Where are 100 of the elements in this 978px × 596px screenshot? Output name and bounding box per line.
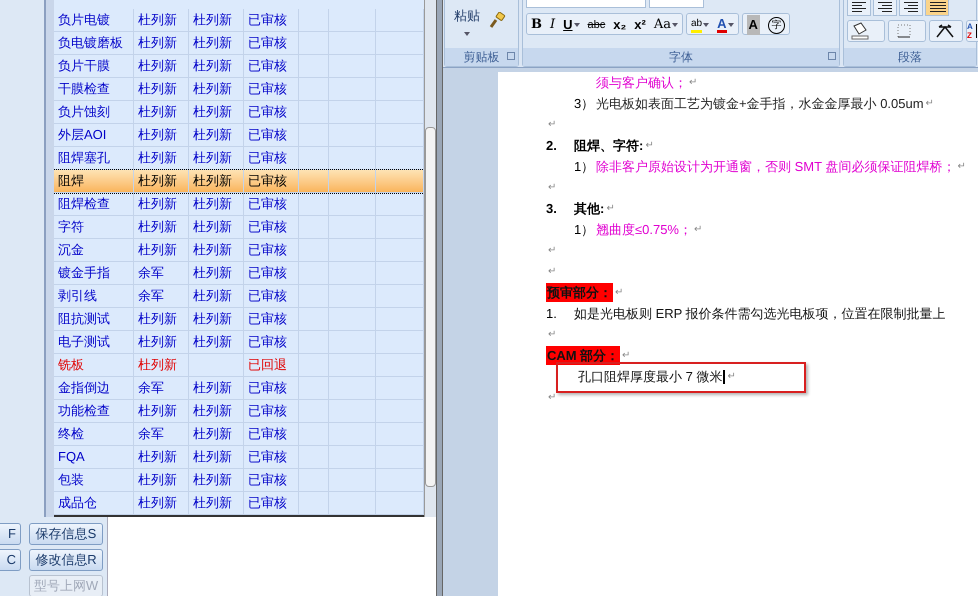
table-row[interactable]: 阻焊检查 杜列新 杜列新 已审核 xyxy=(54,193,424,216)
table-cell-text: 成品仓 xyxy=(58,494,97,512)
underline-button[interactable]: U xyxy=(559,14,584,36)
table-row[interactable]: 终检 余军 杜列新 已审核 xyxy=(54,423,424,446)
table-cell-text: 杜列新 xyxy=(193,379,232,398)
table-cell-text: 杜列新 xyxy=(193,57,232,76)
action-button[interactable]: F xyxy=(0,523,21,545)
table-cell-text: 负电镀磨板 xyxy=(58,34,123,52)
case-button[interactable]: Aa xyxy=(650,14,682,36)
paragraph-text: 光电板如表面工艺为镀金+金手指，水金金厚最小 0.05um xyxy=(596,94,924,113)
table-row[interactable]: 负电镀磨板 杜列新 杜列新 已审核 xyxy=(54,32,424,55)
paragraph-mark: ↵ xyxy=(548,118,556,132)
align-icon[interactable] xyxy=(873,0,897,16)
highlight-button[interactable]: ab xyxy=(687,14,714,36)
splitter-handle[interactable] xyxy=(46,0,54,517)
table-row[interactable]: 镀金手指 余军 杜列新 已审核 xyxy=(54,262,424,285)
table-row[interactable]: 功能检查 杜列新 杜列新 已审核 xyxy=(54,400,424,423)
paragraph-mark: ↵ xyxy=(548,391,556,405)
table-row[interactable]: 铣板 杜列新 已回退 xyxy=(54,354,424,377)
bold-button[interactable]: B xyxy=(527,14,546,36)
table-cell-text: 阻焊检查 xyxy=(58,195,110,214)
sort-button[interactable]: A Z xyxy=(966,20,978,42)
paragraph-text: 除非客户原始设计为开通窗，否则 SMT 盘间必须保证阻焊桥； xyxy=(596,158,956,176)
table-cell-text: 杜列新 xyxy=(193,471,232,490)
table-cell-text: 干膜检查 xyxy=(58,80,110,98)
sub-button[interactable]: x₂ xyxy=(609,14,630,36)
heading-text: 其他: xyxy=(574,200,604,218)
table-cell-text: 已审核 xyxy=(248,402,287,420)
table-cell-text: 余军 xyxy=(138,287,164,306)
table-row[interactable]: 金指倒边 余军 杜列新 已审核 xyxy=(54,377,424,400)
table-row[interactable]: 沉金 杜列新 杜列新 已审核 xyxy=(54,239,424,262)
table-cell-text: 杜列新 xyxy=(193,402,232,420)
table-row[interactable]: 负片电镀 杜列新 杜列新 已审核 xyxy=(54,9,424,32)
paragraph-mark: ↵ xyxy=(548,328,556,342)
table-row[interactable]: 包装 杜列新 杜列新 已审核 xyxy=(54,469,424,492)
table-cell-text: 已审核 xyxy=(248,57,287,76)
table-cell-text: 杜列新 xyxy=(138,448,177,466)
border-icon[interactable] xyxy=(888,20,926,42)
table-cell-text: 外层AOI xyxy=(58,126,106,144)
paragraph-mark: ↵ xyxy=(548,265,556,279)
table-row[interactable]: 负片蚀刻 杜列新 杜列新 已审核 xyxy=(54,101,424,124)
table-cell-text: 杜列新 xyxy=(193,80,232,98)
action-button[interactable]: 保存信息S xyxy=(29,523,103,545)
table-cell-text: 杜列新 xyxy=(138,310,177,328)
table-cell-text: 杜列新 xyxy=(138,80,177,98)
strike-button[interactable]: abc xyxy=(584,14,610,36)
format-painter-icon[interactable] xyxy=(488,12,506,30)
table-cell-text: 杜列新 xyxy=(193,310,232,328)
paragraph-mark: ↵ xyxy=(694,223,702,237)
action-button[interactable]: 修改信息R xyxy=(29,549,103,571)
table-row[interactable]: 外层AOI 杜列新 杜列新 已审核 xyxy=(54,124,424,147)
align-icon[interactable] xyxy=(847,0,871,16)
dialog-launcher-icon[interactable] xyxy=(507,52,515,60)
table-cell-text: 镀金手指 xyxy=(58,264,110,282)
shading-icon[interactable] xyxy=(847,20,885,42)
table-row[interactable]: 成品仓 杜列新 杜列新 已审核 xyxy=(54,492,424,515)
font-name-field[interactable] xyxy=(526,0,646,8)
table-row[interactable]: 干膜检查 杜列新 杜列新 已审核 xyxy=(54,78,424,101)
table-cell-text: 杜列新 xyxy=(193,264,232,282)
table-cell-text: 阻焊 xyxy=(58,172,84,190)
list-number: 3. xyxy=(546,200,558,218)
action-button[interactable]: C xyxy=(0,549,21,571)
caret-icon xyxy=(574,23,580,27)
table-cell-text: 已审核 xyxy=(248,80,287,98)
table-row[interactable]: 阻焊 杜列新 杜列新 已审核 xyxy=(54,170,424,193)
table-row[interactable]: FQA 杜列新 杜列新 已审核 xyxy=(54,446,424,469)
table-cell-text: 杜列新 xyxy=(138,218,177,236)
list-number: 1. xyxy=(546,304,558,323)
table-cell-text: 金指倒边 xyxy=(58,379,110,398)
scrollbar-thumb[interactable] xyxy=(425,127,436,487)
align-icon[interactable] xyxy=(925,0,949,16)
paste-button[interactable]: 粘贴 xyxy=(448,4,486,36)
table-cell-text: 已审核 xyxy=(248,333,287,352)
table-cell-text: FQA xyxy=(58,448,85,466)
caret-icon xyxy=(703,23,710,27)
table-cell-text: 杜列新 xyxy=(138,402,177,420)
table-row[interactable]: 电子测试 杜列新 杜列新 已审核 xyxy=(54,331,424,354)
table-cell-text: 功能检查 xyxy=(58,402,110,420)
color-button[interactable]: A xyxy=(713,14,738,36)
sup-button[interactable]: x² xyxy=(630,14,650,36)
caret-icon xyxy=(464,32,470,36)
group-label: 剪贴板 xyxy=(464,49,500,66)
table-cell-text: 阻抗测试 xyxy=(58,310,110,328)
spacing-icon[interactable] xyxy=(929,20,963,42)
align-icon[interactable] xyxy=(899,0,923,16)
italic-button[interactable]: I xyxy=(546,14,560,36)
dialog-launcher-icon[interactable] xyxy=(828,52,836,60)
table-row[interactable]: 阻抗测试 杜列新 杜列新 已审核 xyxy=(54,308,424,331)
table-row[interactable]: 剥引线 余军 杜列新 已审核 xyxy=(54,285,424,308)
table-cell-text: 杜列新 xyxy=(193,494,232,512)
table-row[interactable]: 字符 杜列新 杜列新 已审核 xyxy=(54,216,424,239)
table-cell-text: 已审核 xyxy=(248,425,287,444)
table-cell-text: 已审核 xyxy=(248,149,287,168)
section-heading: CAM 部分： xyxy=(546,346,620,366)
list-number: 1） xyxy=(574,220,596,239)
table-cell-text: 杜列新 xyxy=(138,356,177,374)
paragraph-mark: ↵ xyxy=(689,76,697,90)
font-size-field[interactable] xyxy=(649,0,704,8)
table-row[interactable]: 负片干膜 杜列新 杜列新 已审核 xyxy=(54,55,424,78)
table-cell-text: 电子测试 xyxy=(58,333,110,352)
